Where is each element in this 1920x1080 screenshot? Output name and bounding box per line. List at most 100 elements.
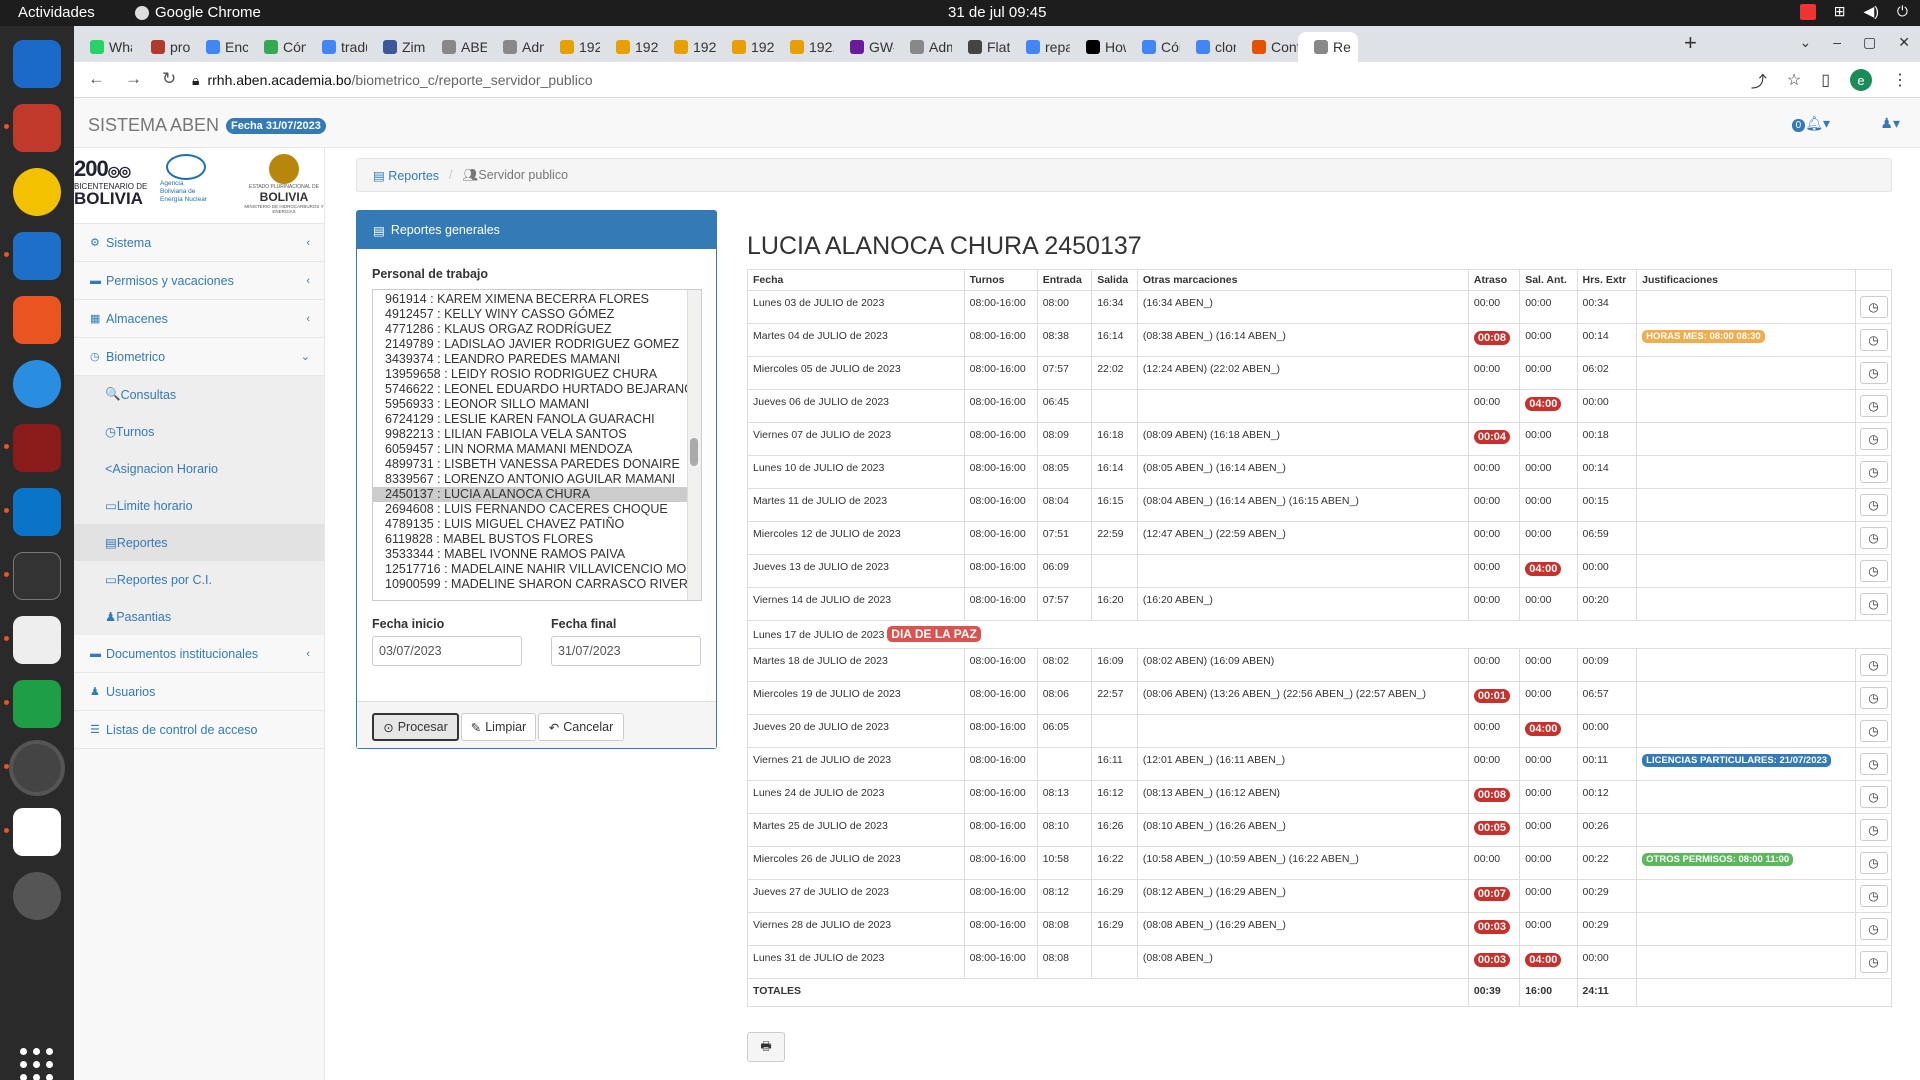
browser-tab[interactable]: repa [1010,32,1070,62]
clock-icon[interactable]: ◷ [1859,720,1888,742]
clock-icon[interactable]: ◷ [1859,296,1888,318]
clock-icon[interactable]: ◷ [1859,819,1888,841]
menu-icon[interactable]: ⋮ [1892,70,1908,90]
tab-search-icon[interactable]: ⌄ [1800,34,1812,51]
nav-item-documentos-institucionales[interactable]: ▬ Documentos institucionales ‹ [74,635,324,673]
subnav-item-turnos[interactable]: ◷ Turnos [74,413,324,450]
browser-tab[interactable]: Cóm [1126,32,1180,62]
browser-tab[interactable]: 192.1 [658,32,716,62]
clock-icon[interactable]: ◷ [1859,494,1888,516]
writer-icon[interactable] [13,232,61,280]
personal-option[interactable]: 2450137 : LUCIA ALANOCA CHURA [373,487,701,502]
subnav-item-limite-horario[interactable]: ▭ Limite horario [74,487,324,524]
personal-option[interactable]: 4771286 : KLAUS ORGAZ RODRÍGUEZ [373,322,701,337]
browser-tab[interactable]: Zimb [367,32,426,62]
personal-option[interactable]: 6119828 : MABEL BUSTOS FLORES [373,532,701,547]
back-icon[interactable]: ← [88,69,105,89]
subnav-item-reportes[interactable]: ▤ Reportes [74,524,324,561]
chrome-dock-icon[interactable] [13,744,61,792]
maximize-icon[interactable]: ▢ [1863,34,1876,51]
star-icon[interactable]: ☆ [1787,70,1801,90]
browser-tab[interactable]: Adm [487,32,544,62]
personal-option[interactable]: 2694608 : LUIS FERNANDO CACERES CHOQUE [373,502,701,517]
share-icon[interactable]: ⤴ [1751,68,1767,92]
nav-item-sistema[interactable]: ⚙ Sistema ‹ [74,224,324,262]
disk-icon[interactable] [13,872,61,920]
subnav-item-consultas[interactable]: 🔍 Consultas [74,376,324,413]
clock-icon[interactable]: ◷ [1859,753,1888,775]
browser-tab[interactable]: GW-I [834,32,894,62]
personal-option[interactable]: 6059457 : LIN NORMA MAMANI MENDOZA [373,442,701,457]
remote-desktop-icon[interactable] [13,424,61,472]
clock-icon[interactable]: ◷ [1859,527,1888,549]
notifications[interactable]: 0 🔔︎▾ [1791,115,1830,132]
personal-option[interactable]: 10900599 : MADELINE SHARON CARRASCO RIVE… [373,577,701,592]
personal-option[interactable]: 5956933 : LEONOR SILLO MAMANI [373,397,701,412]
browser-tab[interactable]: Wha [74,32,132,62]
personal-option[interactable]: 6724129 : LESLIE KAREN FANOLA GUARACHI [373,412,701,427]
clock-icon[interactable]: ◷ [1859,593,1888,615]
nav-item-biometrico[interactable]: ◷ Biometrico ⌄ [74,338,324,376]
listbox-scrollbar[interactable] [687,290,701,600]
personal-option[interactable]: 3533344 : MABEL IVONNE RAMOS PAIVA [373,547,701,562]
browser-tab[interactable]: Adm [894,32,952,62]
fecha-inicio-input[interactable]: 03/07/2023 [372,636,522,666]
sidepanel-icon[interactable]: ▯ [1821,70,1830,90]
clock-icon[interactable]: ◷ [1859,654,1888,676]
new-tab-icon[interactable]: + [1684,30,1697,56]
app-menu[interactable]: Google Chrome [135,4,261,21]
clock-icon[interactable]: ◷ [1859,329,1888,351]
personal-option[interactable]: 3439374 : LEANDRO PAREDES MAMANI [373,352,701,367]
scrollbar-thumb[interactable] [690,438,698,466]
user-menu[interactable]: ♟▾ [1880,115,1900,132]
clock-icon[interactable]: ◷ [1859,885,1888,907]
personal-option[interactable]: 5746622 : LEONEL EDUARDO HURTADO BEJARAN… [373,382,701,397]
clock-icon[interactable]: ◷ [1859,461,1888,483]
clock-icon[interactable]: ◷ [1859,560,1888,582]
browser-tab[interactable]: Cóm [248,32,306,62]
browser-tab[interactable]: prox [135,32,190,62]
nav-item-usuarios[interactable]: ♟ Usuarios [74,673,324,711]
activities-button[interactable]: Actividades [18,4,95,21]
show-apps-icon[interactable] [20,1048,54,1080]
personal-option[interactable]: 12517716 : MADELAINE NAHIR VILLAVICENCIO… [373,562,701,577]
browser-tab[interactable]: 192.1 [544,32,600,62]
clock-icon[interactable]: ◷ [1859,428,1888,450]
brand[interactable]: SISTEMA ABEN [88,115,219,136]
thunderbird-icon[interactable] [13,40,61,88]
personal-option[interactable]: 13959658 : LEIDY ROSIO RODRIGUEZ CHURA [373,367,701,382]
print-button[interactable]: 🖶 [747,1032,785,1062]
close-icon[interactable]: ✕ [1898,34,1910,51]
vscode-icon[interactable] [13,488,61,536]
software-icon[interactable] [13,296,61,344]
browser-tab[interactable]: 192.1 [716,32,774,62]
personal-option[interactable]: 9982213 : LILIAN FABIOLA VELA SANTOS [373,427,701,442]
profile-avatar[interactable]: e [1850,69,1872,91]
clock-icon[interactable]: ◷ [1859,951,1888,973]
clock[interactable]: 31 de jul 09:45 [948,4,1046,21]
cancelar-button[interactable]: ↶ Cancelar [538,713,624,741]
text-editor-icon[interactable] [13,808,61,856]
calc-icon[interactable] [13,680,61,728]
nav-item-almacenes[interactable]: ▦ Almacenes ‹ [74,300,324,338]
subnav-item-reportes-por-c-i-[interactable]: ▭ Reportes por C.I. [74,561,324,598]
files-icon[interactable] [13,104,61,152]
personal-option[interactable]: 8339567 : LORENZO ANTONIO AGUILAR MAMANI [373,472,701,487]
browser-tab[interactable]: 192.1 [774,32,834,62]
limpiar-button[interactable]: ✎ Limpiar [461,713,536,741]
browser-tab[interactable]: clon [1180,32,1236,62]
subnav-item-asignacion-horario[interactable]: < Asignacion Horario [74,450,324,487]
browser-tab[interactable]: tradu [306,32,367,62]
browser-tab[interactable]: How [1070,32,1126,62]
minimize-icon[interactable]: – [1833,34,1841,51]
clock-icon[interactable]: ◷ [1859,362,1888,384]
browser-tab[interactable]: Conf [1236,32,1298,62]
browser-tab[interactable]: Re [1298,32,1358,62]
personal-option[interactable]: 4899731 : LISBETH VANESSA PAREDES DONAIR… [373,457,701,472]
nav-item-listas-de-control-de-acceso[interactable]: ☰ Listas de control de acceso [74,711,324,749]
personal-option[interactable]: 2149789 : LADISLAO JAVIER RODRIGUEZ GOME… [373,337,701,352]
personal-option[interactable]: 4789135 : LUIS MIGUEL CHAVEZ PATIÑO [373,517,701,532]
clock-icon[interactable]: ◷ [1859,918,1888,940]
fecha-final-input[interactable]: 31/07/2023 [551,636,701,666]
clock-icon[interactable]: ◷ [1859,687,1888,709]
